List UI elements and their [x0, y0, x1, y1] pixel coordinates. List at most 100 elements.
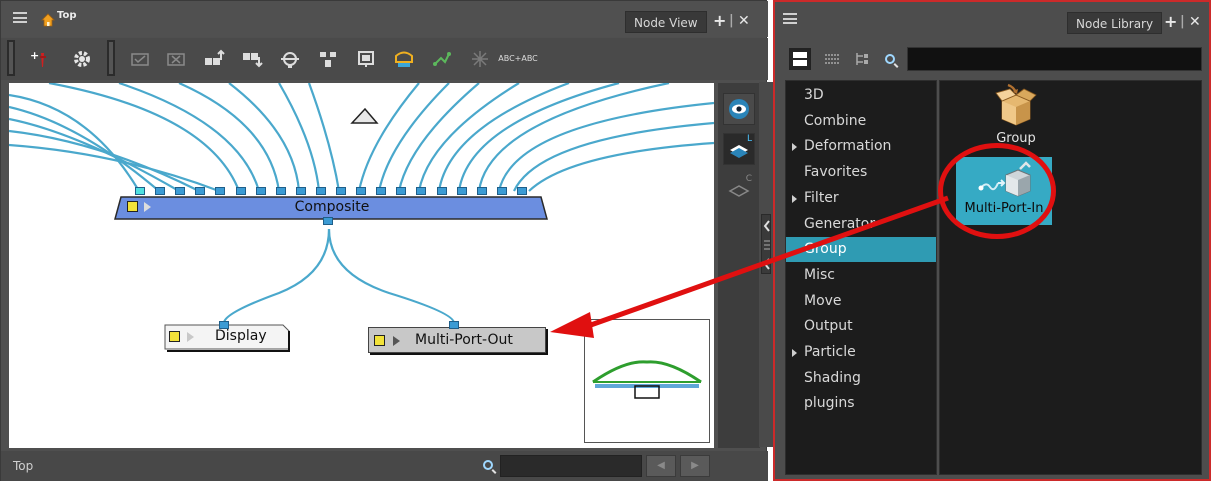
category-item-output[interactable]: Output — [786, 314, 936, 339]
composite-input-port[interactable] — [295, 187, 306, 195]
category-label: Shading — [804, 369, 861, 386]
previous-result-button[interactable]: ◀ — [646, 455, 676, 477]
tab-node-view[interactable]: Node View — [625, 11, 707, 33]
expand-arrow-icon[interactable] — [792, 143, 797, 152]
composite-input-port[interactable] — [416, 187, 427, 195]
composite-node[interactable]: Composite — [115, 197, 549, 219]
composite-input-port[interactable] — [155, 187, 166, 195]
toolbar-separator — [107, 40, 115, 76]
add-peg-icon[interactable]: + — [29, 48, 51, 70]
composite-input-port[interactable] — [336, 187, 346, 195]
tab-node-library[interactable]: Node Library — [1067, 12, 1163, 34]
library-nodes-pane[interactable]: Group Multi-Port-In — [939, 80, 1202, 475]
breadcrumb[interactable]: Top — [57, 10, 77, 21]
category-item-plugins[interactable]: plugins — [786, 391, 936, 416]
multi-port-out-node-label: Multi-Port-Out — [415, 332, 513, 348]
category-item-move[interactable]: Move — [786, 289, 936, 314]
composite-input-port[interactable] — [315, 187, 326, 195]
category-item-generator[interactable]: Generator — [786, 212, 936, 237]
node-library-titlebar: Node Library + | ✕ — [775, 2, 1209, 38]
composite-input-port[interactable] — [175, 187, 186, 195]
collapse-handle[interactable] — [761, 214, 771, 274]
composite-input-port[interactable] — [235, 187, 246, 195]
cable-icon[interactable] — [279, 48, 301, 70]
node-library-toolbar — [775, 42, 1209, 76]
close-view-button[interactable]: ✕ — [738, 13, 750, 29]
composite-node-label: Composite — [294, 199, 370, 215]
category-item-particle[interactable]: Particle — [786, 340, 936, 365]
composite-input-port[interactable] — [275, 187, 286, 195]
deformation-icon[interactable] — [469, 48, 491, 70]
composite-input-port[interactable] — [195, 187, 206, 195]
disable-node-icon[interactable] — [165, 48, 187, 70]
composite-input-port[interactable] — [215, 187, 226, 195]
library-item-group[interactable]: Group — [968, 83, 1064, 153]
next-result-button[interactable]: ▶ — [680, 455, 710, 477]
navigator-thumbnail[interactable] — [584, 319, 710, 443]
display-node-icon[interactable] — [355, 48, 377, 70]
node-search-input[interactable] — [500, 455, 642, 477]
link-nodes-icon[interactable] — [431, 48, 453, 70]
category-item-shading[interactable]: Shading — [786, 366, 936, 391]
category-label: Generator — [804, 215, 876, 232]
enable-node-icon[interactable] — [129, 48, 151, 70]
search-icon — [885, 54, 895, 64]
split-view-icon[interactable] — [789, 48, 811, 70]
add-view-button[interactable]: + — [713, 13, 726, 29]
multi-port-out-node[interactable]: Multi-Port-Out — [368, 327, 546, 353]
category-item-deformation[interactable]: Deformation — [786, 134, 936, 159]
list-view-icon[interactable] — [821, 48, 843, 70]
menu-icon[interactable] — [13, 12, 27, 23]
category-item-misc[interactable]: Misc — [786, 263, 936, 288]
category-item-filter[interactable]: Filter — [786, 186, 936, 211]
composite-input-port[interactable] — [396, 187, 407, 195]
category-label: Particle — [804, 344, 856, 360]
multi-port-out-input-port[interactable] — [449, 321, 459, 329]
menu-icon[interactable] — [783, 13, 797, 24]
node-enable-toggle[interactable] — [169, 331, 180, 342]
eye-icon[interactable] — [723, 93, 755, 125]
display-input-port[interactable] — [219, 321, 229, 329]
backdrop-icon[interactable] — [393, 48, 415, 70]
layer-c-icon[interactable]: C — [723, 173, 755, 205]
layer-l-icon[interactable]: L — [723, 133, 755, 165]
move-up-icon[interactable] — [203, 48, 225, 70]
node-graph-canvas[interactable]: Composite Display Multi-Port-Out — [9, 83, 714, 448]
composite-input-port[interactable] — [456, 187, 467, 195]
home-icon[interactable] — [41, 13, 55, 27]
composite-output-port[interactable] — [323, 217, 333, 225]
composite-input-port[interactable] — [476, 187, 487, 195]
composite-input-port[interactable] — [135, 187, 145, 195]
library-search-input[interactable] — [907, 47, 1202, 71]
composite-input-port[interactable] — [356, 187, 367, 195]
rename-text-icon[interactable]: ABC+ABC — [498, 48, 538, 70]
play-icon[interactable] — [187, 332, 194, 342]
gear-icon[interactable] — [71, 48, 93, 70]
play-icon[interactable] — [393, 336, 400, 346]
group-nodes-icon[interactable] — [317, 48, 339, 70]
add-view-button[interactable]: + — [1164, 14, 1177, 30]
node-enable-toggle[interactable] — [374, 335, 385, 346]
node-view-panel: Top Node View + | ✕ + ABC+ABC Composite … — [0, 0, 768, 481]
toolbar-grip[interactable] — [7, 40, 15, 76]
move-down-icon[interactable] — [241, 48, 263, 70]
composite-input-port[interactable] — [436, 187, 447, 195]
node-view-titlebar: Top Node View + | ✕ — [1, 1, 768, 37]
composite-input-port[interactable] — [376, 187, 387, 195]
category-item-favorites[interactable]: Favorites — [786, 160, 936, 185]
close-view-button[interactable]: ✕ — [1189, 14, 1201, 30]
category-label: Deformation — [804, 138, 892, 155]
category-item-group[interactable]: Group — [786, 237, 936, 263]
expand-arrow-icon[interactable] — [792, 194, 797, 203]
composite-input-port[interactable] — [255, 187, 266, 195]
tree-view-icon[interactable] — [851, 48, 873, 70]
category-list[interactable]: 3D Combine Deformation Favorites Filter Gener… — [785, 80, 937, 475]
panel-splitter[interactable] — [759, 82, 773, 447]
tab-separator: | — [729, 13, 734, 28]
composite-input-port[interactable] — [496, 187, 507, 195]
category-label: Move — [804, 292, 842, 309]
composite-input-port[interactable] — [516, 187, 527, 195]
expand-arrow-icon[interactable] — [792, 349, 797, 357]
category-item-combine[interactable]: Combine — [786, 109, 936, 134]
category-item-3d[interactable]: 3D — [786, 83, 936, 108]
